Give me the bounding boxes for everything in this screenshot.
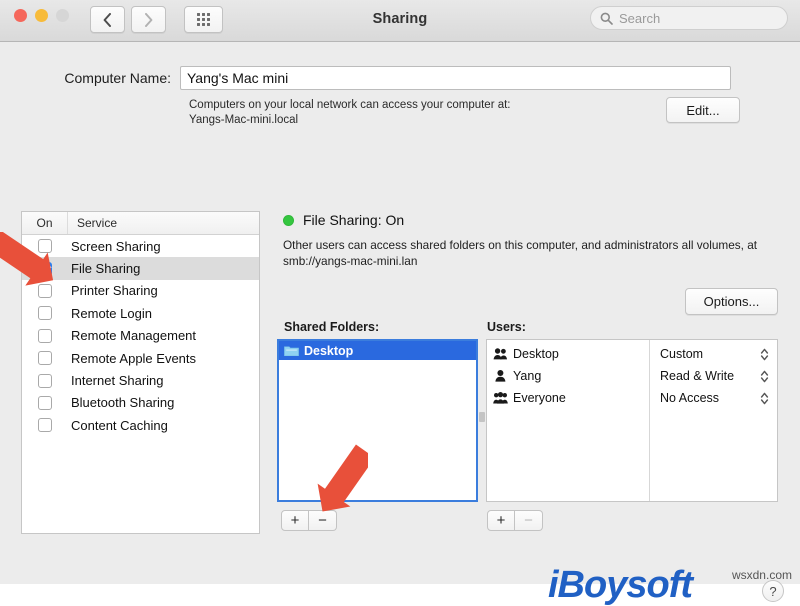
window-titlebar: Sharing Search — [0, 0, 800, 42]
checkbox-cell[interactable] — [22, 328, 68, 343]
group-icon — [493, 348, 507, 360]
shared-folders-list[interactable]: Desktop — [277, 339, 478, 502]
service-status-row: File Sharing: On — [283, 212, 404, 228]
service-label: Screen Sharing — [71, 238, 161, 254]
permission-value: No Access — [660, 391, 720, 405]
checkbox-cell[interactable] — [22, 418, 68, 433]
shared-folders-buttons: + − — [281, 510, 337, 531]
service-row-content-caching[interactable]: Content Caching — [22, 414, 259, 436]
user-name: Everyone — [513, 391, 566, 405]
iboysoft-logo: iBoysoft — [548, 564, 693, 606]
permission-value: Read & Write — [660, 369, 735, 383]
service-label: Remote Login — [71, 305, 152, 321]
edit-computer-name-button[interactable]: Edit... — [666, 97, 740, 123]
stepper-chevron-icon[interactable] — [760, 391, 769, 406]
service-description: Other users can access shared folders on… — [283, 238, 758, 268]
service-label: File Sharing — [71, 261, 141, 277]
remove-shared-folder-button[interactable]: − — [309, 510, 337, 531]
user-row-yang[interactable]: Yang — [487, 365, 649, 387]
watermark-text: wsxdn.com — [731, 568, 792, 582]
user-row-everyone[interactable]: Everyone — [487, 387, 649, 409]
service-row-screen-sharing[interactable]: Screen Sharing — [22, 235, 259, 257]
add-shared-folder-button[interactable]: + — [281, 510, 309, 531]
remote-management-checkbox[interactable] — [38, 328, 52, 343]
checkbox-cell[interactable] — [22, 351, 68, 366]
service-row-bluetooth-sharing[interactable]: Bluetooth Sharing — [22, 392, 259, 414]
bluetooth-sharing-checkbox[interactable] — [38, 395, 52, 410]
shared-folders-label: Shared Folders: — [284, 320, 380, 334]
remote-apple-events-checkbox[interactable] — [38, 351, 52, 366]
users-names-column: Desktop Yang Everyone — [487, 340, 650, 501]
service-label: Printer Sharing — [71, 283, 158, 299]
services-list[interactable]: On Service Screen Sharing File Sharing P… — [21, 211, 260, 534]
printer-sharing-checkbox[interactable] — [38, 283, 52, 298]
computer-name-hint-line2: Yangs-Mac-mini.local — [189, 114, 299, 126]
shared-folder-name: Desktop — [304, 343, 354, 358]
users-list[interactable]: Desktop Yang Everyone Custom Read & Writ… — [486, 339, 778, 502]
checkbox-cell[interactable] — [22, 283, 68, 298]
service-label: Internet Sharing — [71, 373, 164, 389]
folder-icon — [284, 345, 299, 356]
help-button[interactable]: ? — [762, 580, 784, 602]
service-label: Remote Management — [71, 328, 197, 344]
search-field[interactable]: Search — [590, 6, 788, 30]
service-label: Bluetooth Sharing — [71, 395, 175, 411]
service-label: Remote Apple Events — [71, 350, 197, 366]
checkbox-cell[interactable] — [22, 395, 68, 410]
shared-folder-item[interactable]: Desktop — [279, 341, 476, 360]
users-label: Users: — [487, 320, 526, 334]
user-name: Yang — [513, 369, 542, 383]
options-button[interactable]: Options... — [685, 288, 778, 315]
service-status-text: File Sharing: On — [303, 212, 405, 228]
status-indicator-icon — [283, 214, 294, 226]
search-icon — [600, 12, 613, 25]
content-caching-checkbox[interactable] — [38, 418, 52, 433]
user-row-desktop[interactable]: Desktop — [487, 343, 649, 365]
service-row-remote-apple-events[interactable]: Remote Apple Events — [22, 347, 259, 369]
file-sharing-checkbox[interactable] — [38, 261, 52, 276]
remote-login-checkbox[interactable] — [38, 306, 52, 321]
user-name: Desktop — [513, 347, 559, 361]
users-buttons: + − — [487, 510, 543, 531]
service-row-remote-management[interactable]: Remote Management — [22, 325, 259, 347]
computer-name-hint: Computers on your local network can acce… — [189, 98, 659, 128]
computer-name-hint-line1: Computers on your local network can acce… — [189, 99, 511, 111]
stepper-chevron-icon[interactable] — [760, 369, 769, 384]
add-user-button[interactable]: + — [487, 510, 515, 531]
sharing-preferences-window: Sharing Search Computer Name: Yang's Mac… — [0, 0, 800, 604]
service-row-printer-sharing[interactable]: Printer Sharing — [22, 280, 259, 302]
users-permissions-column: Custom Read & Write No Access — [650, 340, 777, 501]
service-row-remote-login[interactable]: Remote Login — [22, 302, 259, 324]
checkbox-cell[interactable] — [22, 261, 68, 276]
checkbox-cell[interactable] — [22, 373, 68, 388]
permission-row-yang[interactable]: Read & Write — [650, 365, 777, 387]
column-header-on: On — [22, 212, 68, 234]
search-placeholder: Search — [619, 10, 661, 26]
remove-user-button: − — [515, 510, 543, 531]
checkbox-cell[interactable] — [22, 239, 68, 254]
internet-sharing-checkbox[interactable] — [38, 373, 52, 388]
person-icon — [495, 370, 506, 382]
pane-resize-handle[interactable] — [479, 412, 485, 422]
service-row-internet-sharing[interactable]: Internet Sharing — [22, 369, 259, 391]
permission-row-everyone[interactable]: No Access — [650, 387, 777, 409]
preferences-content: Computer Name: Yang's Mac mini Computers… — [0, 42, 800, 604]
stepper-chevron-icon[interactable] — [760, 347, 769, 362]
permission-value: Custom — [660, 347, 704, 361]
everyone-icon — [493, 392, 508, 404]
computer-name-label: Computer Name: — [64, 70, 171, 86]
column-header-service: Service — [77, 216, 118, 230]
computer-name-row: Computer Name: Yang's Mac mini — [0, 66, 800, 90]
permission-row-desktop[interactable]: Custom — [650, 343, 777, 365]
checkbox-cell[interactable] — [22, 306, 68, 321]
services-list-header: On Service — [22, 212, 259, 235]
computer-name-input[interactable]: Yang's Mac mini — [180, 66, 731, 90]
service-label: Content Caching — [71, 417, 168, 433]
screen-sharing-checkbox[interactable] — [38, 239, 52, 254]
service-row-file-sharing[interactable]: File Sharing — [22, 257, 259, 280]
